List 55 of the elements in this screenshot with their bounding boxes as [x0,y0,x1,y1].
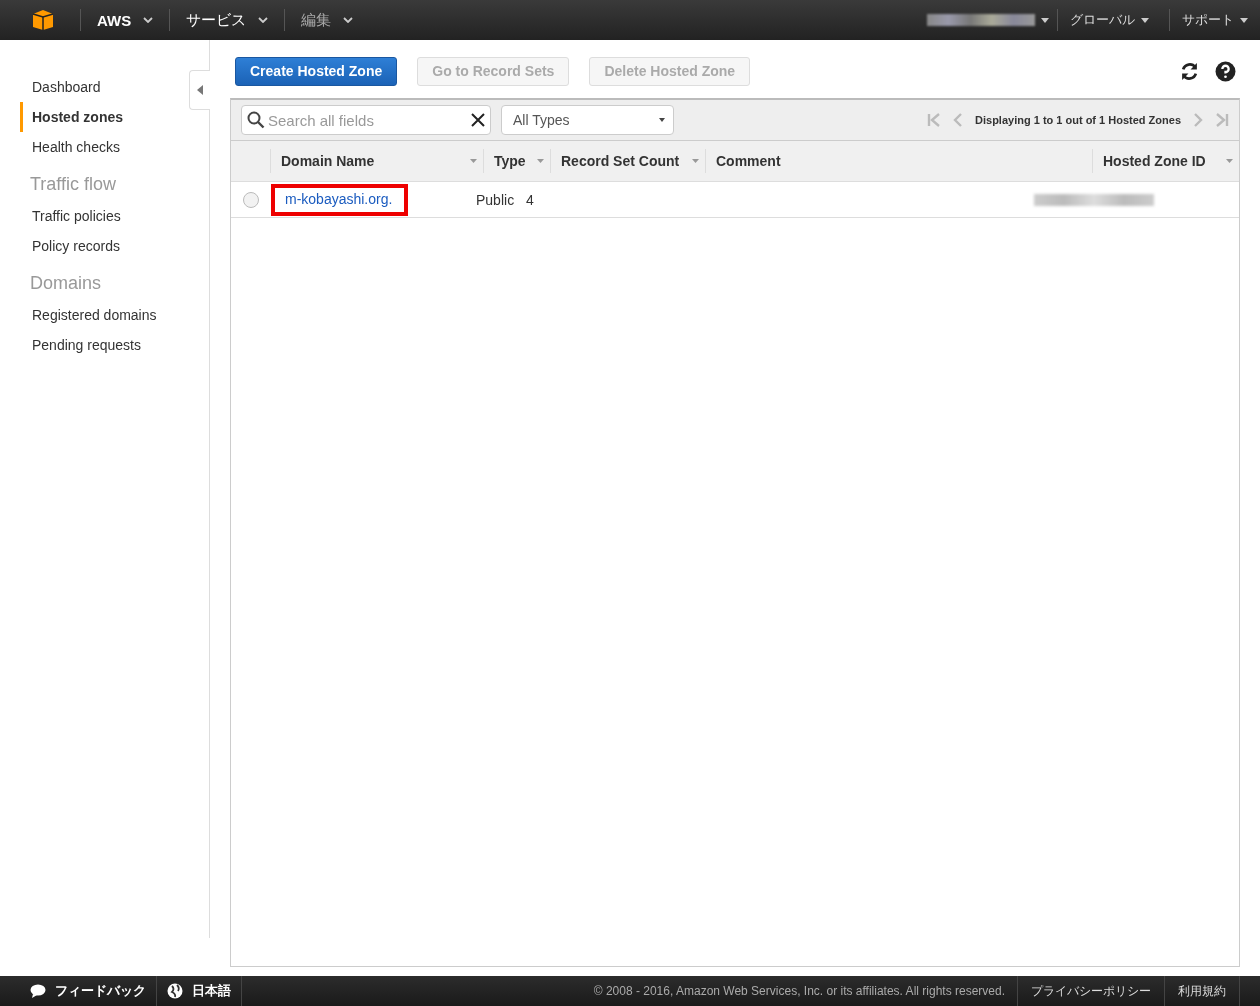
column-header[interactable]: Type [483,149,550,173]
sidebar-item[interactable]: Dashboard [20,72,107,102]
top-menu[interactable]: 編集 [293,10,362,30]
sidebar-item[interactable]: Health checks [20,132,126,162]
column-header[interactable]: Record Set Count [550,149,705,173]
top-menu[interactable]: AWS [89,11,162,29]
copyright-text: © 2008 - 2016, Amazon Web Services, Inc. or its affiliates. All rights reserved. [593,984,1006,998]
chevron-icon [143,17,154,23]
sort-caret-icon [537,159,544,163]
blurred-account-name[interactable] [927,14,1035,26]
toolbar-button[interactable]: Create Hosted Zone [235,56,398,86]
sidebar-item[interactable]: Traffic policies [20,201,127,231]
caret-icon [1041,17,1049,23]
footer-link[interactable]: 利用規約 [1164,976,1240,1006]
column-header[interactable]: Hosted Zone ID [1092,149,1239,173]
help-icon[interactable] [1215,60,1236,82]
top-menu[interactable]: サービス [178,10,277,30]
sidebar-item[interactable]: Hosted zones [20,102,129,132]
last-page-icon[interactable] [1215,113,1229,127]
search-field[interactable]: Search all fields [241,105,491,135]
clear-icon[interactable] [471,113,485,127]
refresh-icon[interactable] [1179,60,1200,82]
first-page-icon[interactable] [927,113,942,127]
next-page-icon[interactable] [1191,113,1205,127]
caret-icon [1141,17,1149,23]
collapse-sidebar-button[interactable] [189,70,210,110]
cube-logo-icon[interactable] [32,9,54,31]
top-menu[interactable]: サポート [1178,11,1252,29]
caret-left-icon [197,85,203,95]
domain-link[interactable]: m-kobayashi.org. [271,183,409,216]
sidebar-item[interactable]: Registered domains [20,300,163,330]
sort-caret-icon [470,159,477,163]
caret-icon [659,118,665,122]
chevron-icon [343,17,354,23]
pagination-text: Displaying 1 to 1 out of 1 Hosted Zones [975,114,1181,126]
table-cell: Public [476,191,515,208]
chevron-icon [258,17,269,23]
sidebar-section-title: Domains [29,273,103,294]
column-header[interactable]: Comment [705,149,1092,173]
sidebar-item[interactable]: Pending requests [20,330,147,360]
top-menu[interactable]: グローバル [1066,11,1153,29]
row-radio[interactable] [242,191,259,208]
table-cell: 4 [526,191,534,208]
sidebar-item[interactable]: Policy records [20,231,126,261]
language-link[interactable]: 日本語 [157,976,242,1006]
search-icon [247,111,265,129]
sort-caret-icon [1226,159,1233,163]
type-dropdown[interactable]: All Types [501,105,674,135]
speech-bubble-icon [30,984,46,998]
feedback-link[interactable]: フィードバック [20,976,157,1006]
sidebar-section-title: Traffic flow [29,174,118,195]
column-header[interactable]: Domain Name [270,149,483,173]
caret-icon [1240,17,1248,23]
footer-link[interactable]: プライバシーポリシー [1017,976,1164,1006]
sort-caret-icon [692,159,699,163]
